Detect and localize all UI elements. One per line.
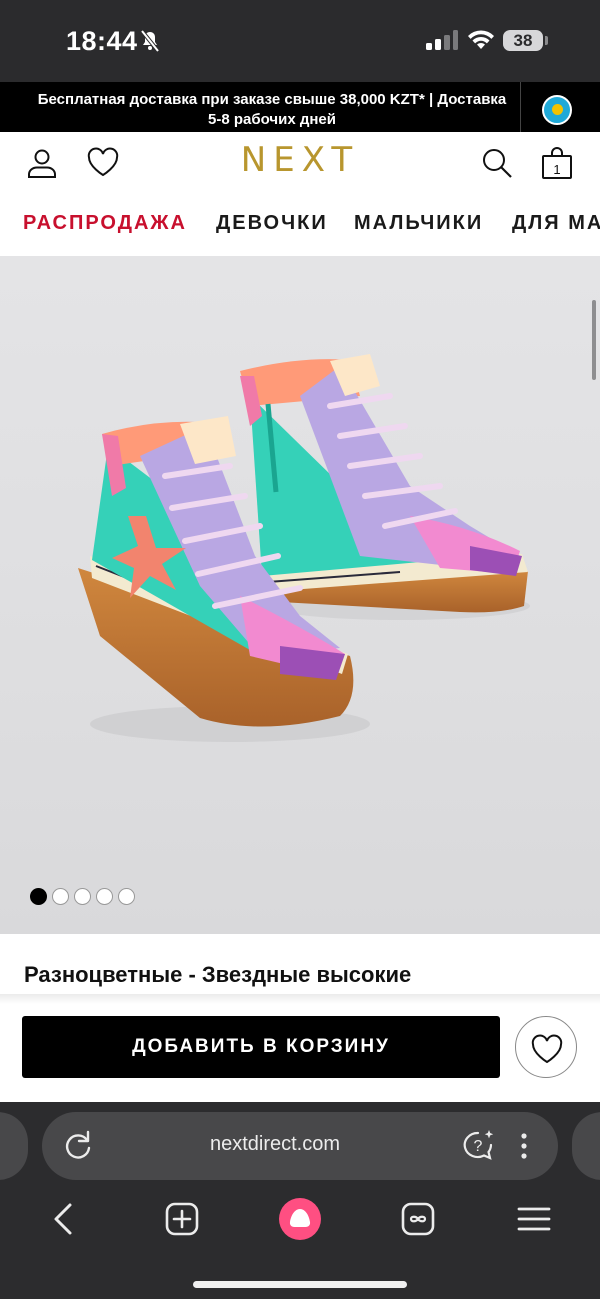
account-icon[interactable] — [25, 146, 59, 180]
next-logo[interactable]: NEXT — [200, 140, 400, 180]
nav-item-for-ma[interactable]: ДЛЯ МА — [512, 212, 600, 235]
promo-divider — [520, 82, 521, 132]
battery-tip — [545, 36, 548, 45]
tabs-icon[interactable] — [398, 1199, 438, 1239]
add-to-cart-button[interactable]: ДОБАВИТЬ В КОРЗИНУ — [22, 1016, 500, 1078]
category-nav: РАСПРОДАЖА ДЕВОЧКИ МАЛЬЧИКИ ДЛЯ МА — [0, 192, 600, 256]
ai-chat-icon[interactable]: ? — [458, 1126, 498, 1166]
bag-count: 1 — [553, 162, 560, 177]
scroll-indicator[interactable] — [592, 300, 596, 380]
kazakhstan-flag-icon[interactable] — [542, 95, 572, 125]
product-image[interactable] — [0, 256, 600, 934]
promo-text[interactable]: Бесплатная доставка при заказе свыше 38,… — [30, 90, 514, 130]
alice-assistant-icon[interactable] — [278, 1197, 322, 1241]
heart-icon[interactable] — [86, 146, 120, 180]
product-title: Разноцветные - Звездные высокие — [24, 962, 412, 987]
nav-item-boys[interactable]: МАЛЬЧИКИ — [354, 212, 483, 235]
carousel-dot[interactable] — [30, 888, 47, 905]
screen: { "status_bar": { "time": "18:44", "batt… — [0, 0, 600, 1299]
back-icon[interactable] — [44, 1199, 84, 1239]
carousel-dot[interactable] — [74, 888, 91, 905]
heart-icon — [531, 1034, 563, 1064]
bag-icon[interactable]: 1 — [540, 146, 574, 180]
nav-item-girls[interactable]: ДЕВОЧКИ — [216, 212, 328, 235]
nav-item-sale[interactable]: РАСПРОДАЖА — [23, 212, 187, 235]
carousel-dot[interactable] — [52, 888, 69, 905]
wifi-icon — [468, 30, 494, 49]
battery-icon: 38 — [503, 30, 543, 51]
url-text[interactable]: nextdirect.com — [150, 1133, 400, 1156]
favourite-button[interactable] — [515, 1016, 577, 1078]
new-tab-icon[interactable] — [162, 1199, 202, 1239]
sticky-bar-shadow — [0, 994, 600, 1004]
search-icon[interactable] — [480, 146, 514, 180]
mute-icon — [140, 30, 160, 52]
home-indicator[interactable] — [193, 1281, 407, 1288]
signal-icon — [426, 30, 458, 50]
reload-icon[interactable] — [58, 1126, 98, 1166]
carousel-dot[interactable] — [118, 888, 135, 905]
status-bar: 18:44 38 — [0, 0, 600, 82]
menu-icon[interactable] — [514, 1199, 554, 1239]
more-icon[interactable] — [504, 1126, 544, 1166]
product-photo-shoes — [78, 354, 530, 742]
carousel-dot[interactable] — [96, 888, 113, 905]
site-header: NEXT 1 — [0, 132, 600, 192]
svg-text:?: ? — [474, 1138, 483, 1155]
status-time: 18:44 — [66, 26, 138, 56]
promo-banner[interactable]: Бесплатная доставка при заказе свыше 38,… — [0, 82, 600, 132]
back-shoe — [240, 354, 528, 613]
